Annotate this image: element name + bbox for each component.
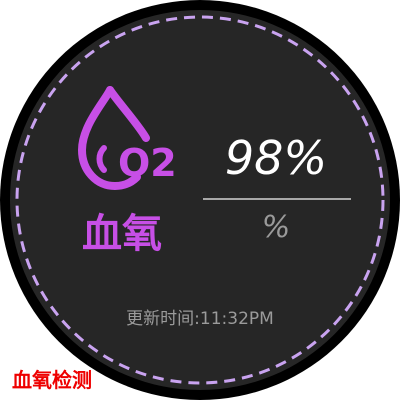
oxygen-drop-icon: O2 — [77, 86, 177, 191]
spo2-unit: % — [261, 210, 291, 245]
metric-label: 血氧 — [82, 211, 162, 257]
dial-ring — [10, 10, 390, 390]
last-updated-time: 11:32PM — [199, 309, 274, 329]
last-updated-row: 更新时间:11:32PM — [60, 306, 340, 332]
drop-outline-right — [106, 86, 150, 142]
reading-divider — [203, 198, 351, 200]
spo2-value: 98% — [224, 131, 328, 185]
dial-background — [10, 10, 390, 390]
drop-highlight — [96, 145, 107, 173]
app-screen: O2 血氧 98% % 更新时间:11:32PM 血氧检测 — [0, 0, 400, 400]
oxygen-symbol: O2 — [118, 141, 177, 185]
watch-face: O2 血氧 98% % 更新时间:11:32PM — [0, 0, 400, 400]
page-caption: 血氧检测 — [12, 368, 92, 392]
last-updated-label: 更新时间: — [126, 309, 200, 329]
